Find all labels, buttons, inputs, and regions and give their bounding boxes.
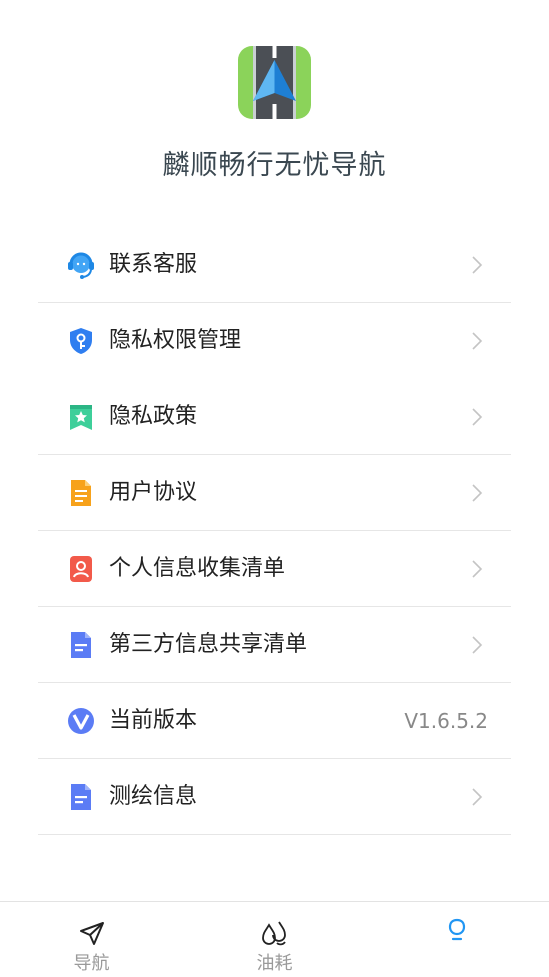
- chevron-right-icon: [471, 484, 483, 502]
- list-document-icon: [66, 630, 96, 660]
- app-logo-road-icon: [238, 46, 311, 119]
- menu-item-label: 隐私政策: [109, 404, 198, 429]
- customer-service-headset-icon: [66, 250, 96, 280]
- profile-icon: [442, 916, 472, 946]
- menu-item-contact-service[interactable]: 联系客服: [38, 227, 511, 303]
- chevron-right-icon: [471, 332, 483, 350]
- menu-item-privacy-policy[interactable]: 隐私政策: [38, 379, 511, 455]
- chevron-right-icon: [471, 636, 483, 654]
- menu-item-label: 联系客服: [109, 252, 198, 277]
- bottom-tab-bar: 导航 油耗: [0, 901, 549, 977]
- star-bookmark-icon: [66, 402, 96, 432]
- person-card-icon: [66, 554, 96, 584]
- menu-item-label: 第三方信息共享清单: [109, 632, 308, 657]
- tab-profile[interactable]: [366, 902, 549, 977]
- menu-item-surveying-info[interactable]: 测绘信息: [38, 759, 511, 835]
- tab-label: 导航: [73, 953, 110, 974]
- tab-fuel[interactable]: 油耗: [183, 902, 366, 977]
- menu-item-personal-info-list[interactable]: 个人信息收集清单: [38, 531, 511, 607]
- chevron-right-icon: [471, 408, 483, 426]
- app-header: 麟顺畅行无忧导航: [0, 0, 549, 210]
- chevron-right-icon: [471, 256, 483, 274]
- menu-item-current-version: 当前版本 V1.6.5.2: [38, 683, 511, 759]
- version-value: V1.6.5.2: [404, 709, 488, 733]
- menu-item-label: 个人信息收集清单: [109, 556, 286, 581]
- fuel-drops-icon: [259, 919, 289, 949]
- chevron-right-icon: [471, 560, 483, 578]
- menu-item-privacy-permissions[interactable]: 隐私权限管理: [38, 303, 511, 379]
- navigation-arrow-icon: [76, 919, 106, 949]
- shield-key-icon: [66, 326, 96, 356]
- tab-label: 油耗: [256, 953, 293, 974]
- version-v-icon: [66, 706, 96, 736]
- tab-navigation[interactable]: 导航: [0, 902, 183, 977]
- chevron-right-icon: [471, 788, 483, 806]
- menu-item-label: 隐私权限管理: [109, 328, 242, 353]
- menu-item-label: 用户协议: [109, 480, 198, 505]
- settings-menu: 联系客服 隐私权限管理 隐私政策 用户协议 个人信息收集清单 第三方信息共享清单…: [38, 227, 511, 835]
- menu-item-label: 测绘信息: [109, 784, 198, 809]
- menu-item-third-party-sharing[interactable]: 第三方信息共享清单: [38, 607, 511, 683]
- app-title: 麟顺畅行无忧导航: [162, 150, 387, 181]
- list-document-icon: [66, 782, 96, 812]
- menu-item-label: 当前版本: [109, 708, 198, 733]
- document-icon: [66, 478, 96, 508]
- menu-item-user-agreement[interactable]: 用户协议: [38, 455, 511, 531]
